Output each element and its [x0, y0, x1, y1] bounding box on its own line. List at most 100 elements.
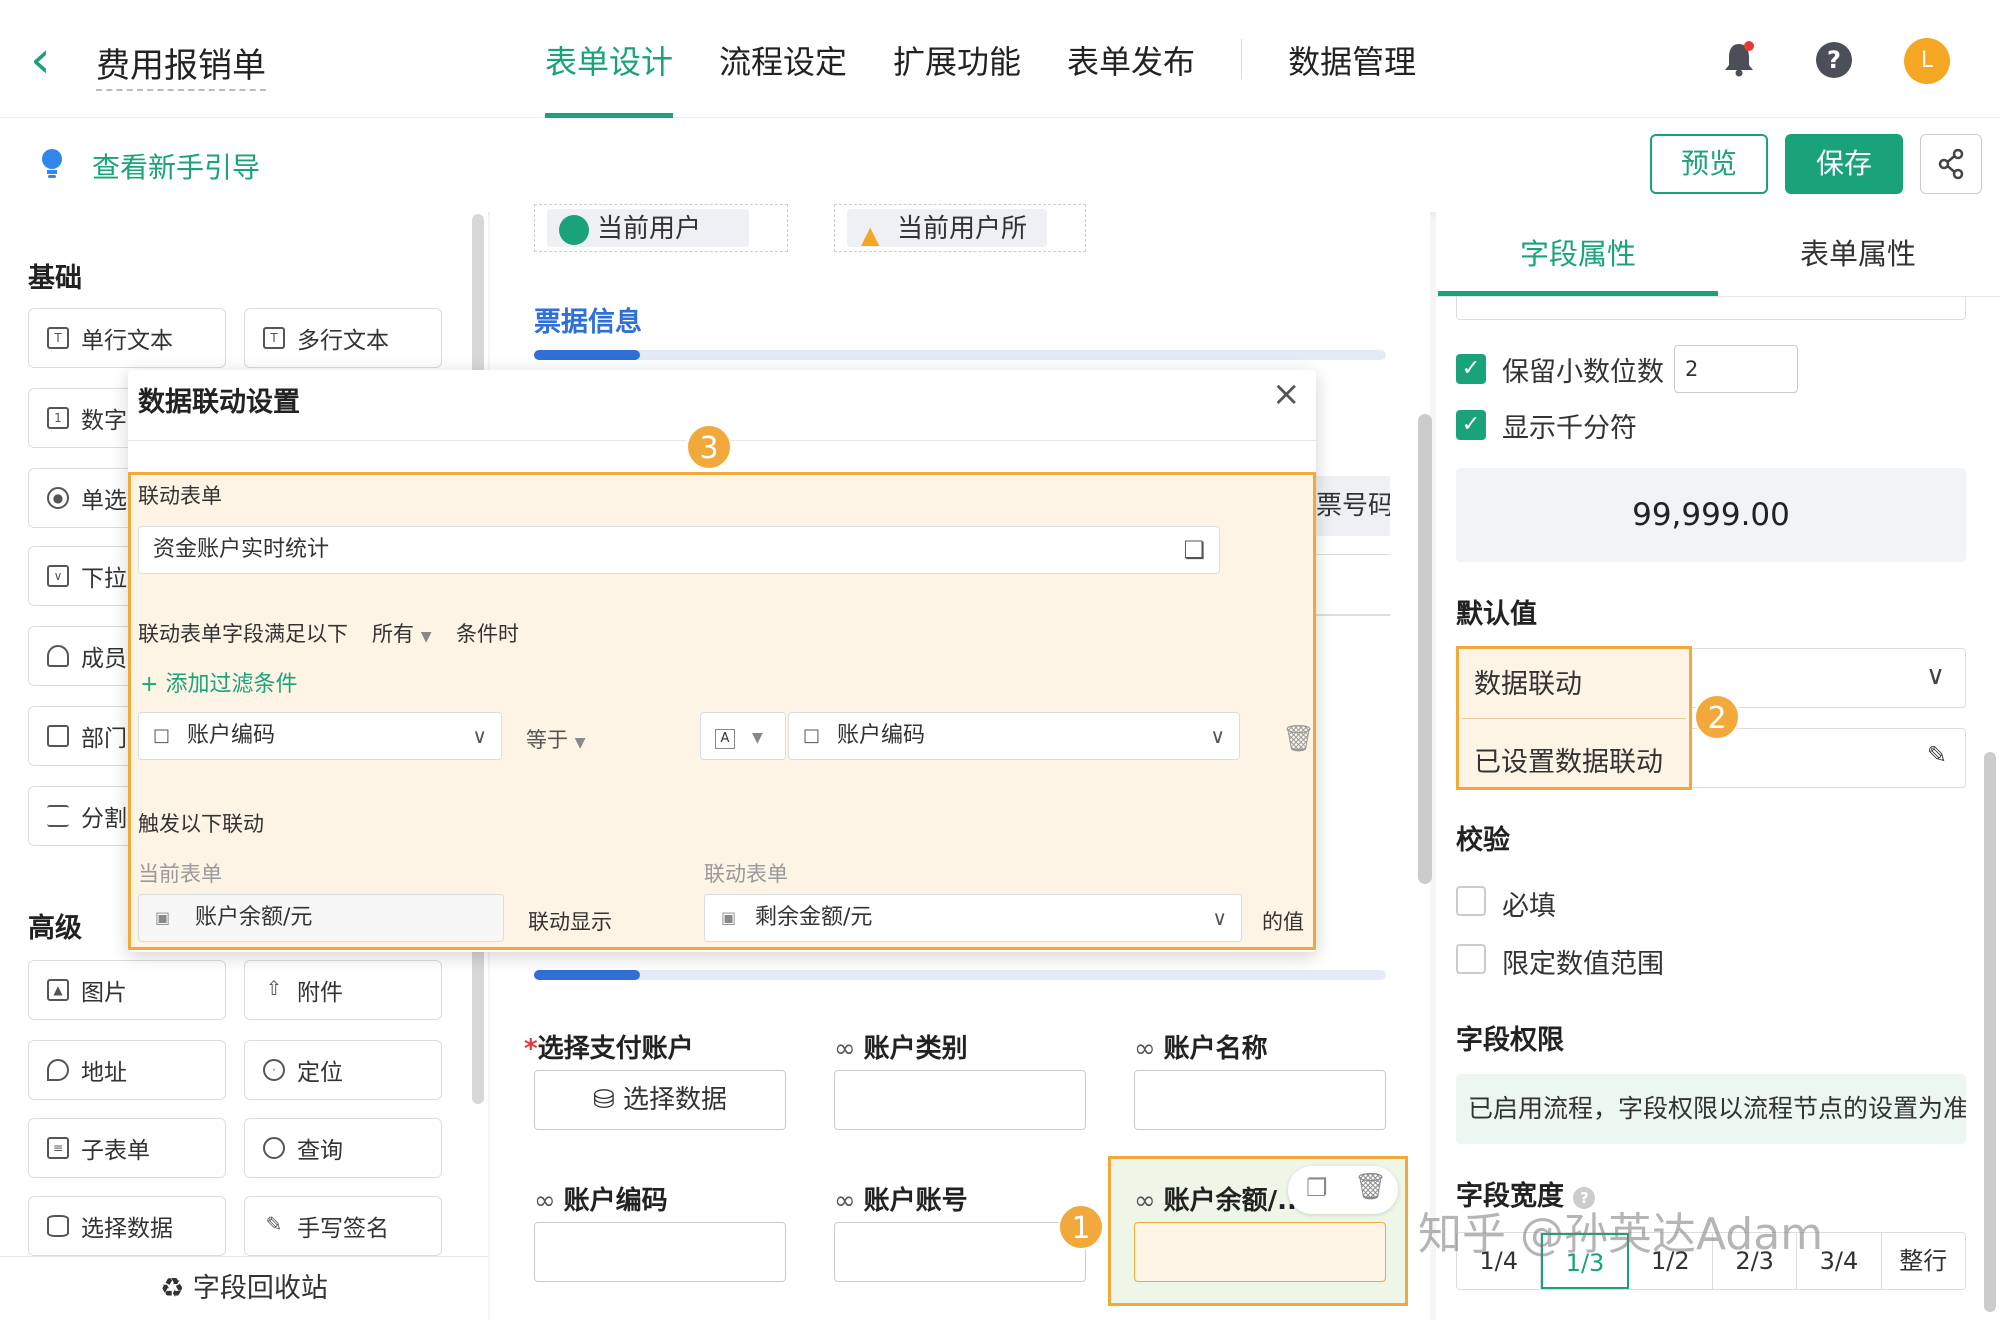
tab-form-properties[interactable]: 表单属性	[1718, 214, 1998, 296]
account-name-label: ∞ 账户名称	[1134, 1034, 1268, 1064]
copy-icon[interactable]: ❐	[1306, 1174, 1328, 1202]
number-format-preview: 99,999.00	[1456, 468, 1966, 562]
component-label: 附件	[297, 980, 343, 1006]
current-user-chip: 当前用户	[547, 209, 749, 247]
decimal-places-input[interactable]: 2	[1674, 345, 1798, 393]
bell-icon[interactable]	[1722, 40, 1756, 78]
required-checkbox[interactable]	[1456, 886, 1486, 916]
component-subform[interactable]: ≡ 子表单	[28, 1118, 226, 1178]
section-divider	[534, 350, 1386, 360]
component-member[interactable]: 成员	[28, 626, 134, 686]
component-radio[interactable]: ● 单选	[28, 468, 134, 528]
thousands-separator-checkbox[interactable]: ✓	[1456, 410, 1486, 440]
field-divider	[1316, 554, 1390, 555]
current-user-label: 当前用户	[597, 214, 702, 244]
tab-flow-settings[interactable]: 流程设定	[719, 0, 847, 118]
filter-value-text: 账户编码	[837, 723, 926, 748]
component-location[interactable]: · 定位	[244, 1040, 442, 1100]
chevron-left-icon[interactable]: ‹	[30, 34, 51, 86]
account-balance-input[interactable]	[1134, 1222, 1386, 1282]
add-filter-button[interactable]: + 添加过滤条件	[140, 666, 297, 698]
value-suffix: 的值	[1262, 910, 1304, 934]
component-attachment[interactable]: ⇧ 附件	[244, 960, 442, 1020]
help-icon[interactable]: ?	[1816, 42, 1852, 78]
chevron-down-icon: ∨	[472, 724, 487, 748]
filter-value-type-select[interactable]: A ▼	[700, 712, 786, 760]
tab-form-publish[interactable]: 表单发布	[1067, 0, 1195, 118]
component-number[interactable]: 1 数字	[28, 388, 134, 448]
filter-field-value: 账户编码	[187, 723, 276, 748]
component-label: 子表单	[81, 1138, 150, 1164]
number-icon: ▣	[155, 908, 171, 927]
component-image[interactable]: ▲ 图片	[28, 960, 226, 1020]
field-divider	[1316, 614, 1390, 616]
current-dept-label: 当前用户所	[897, 214, 1028, 244]
component-dropdown[interactable]: ∨ 下拉	[28, 546, 134, 606]
section-divider-2	[534, 970, 1386, 980]
component-address[interactable]: 地址	[28, 1040, 226, 1100]
account-name-input[interactable]	[1134, 1070, 1386, 1130]
tab-data-management[interactable]: 数据管理	[1288, 0, 1416, 118]
avatar[interactable]: L	[1904, 38, 1950, 84]
locate-icon: ·	[263, 1059, 285, 1081]
caret-down-icon: ▼	[574, 735, 586, 751]
trash-icon[interactable]: 🗑	[1354, 1172, 1387, 1202]
account-type-input[interactable]	[834, 1070, 1086, 1130]
condition-mode-dropdown[interactable]: 所有 ▼	[372, 618, 431, 648]
app-title[interactable]: 费用报销单	[96, 38, 266, 91]
linked-form-select[interactable]: 资金账户实时统计 ❏	[138, 526, 1220, 574]
form-picker-icon[interactable]: ❏	[1183, 527, 1205, 573]
subform-icon: ≡	[47, 1137, 69, 1159]
preview-button[interactable]: 预览	[1650, 134, 1768, 194]
current-form-label: 当前表单	[138, 862, 222, 886]
component-multi-line-text[interactable]: T 多行文本	[244, 308, 442, 368]
divider-icon	[47, 805, 69, 827]
component-label: 多行文本	[297, 328, 389, 354]
tab-extensions[interactable]: 扩展功能	[893, 0, 1021, 118]
select-data-button[interactable]: ⛁ 选择数据	[534, 1070, 786, 1130]
link-icon: ∞	[534, 1186, 556, 1216]
linked-field-select[interactable]: ▣ 剩余金额/元 ∨	[704, 894, 1242, 942]
tab-form-design[interactable]: 表单设计	[545, 0, 674, 118]
limit-range-checkbox[interactable]	[1456, 944, 1486, 974]
filter-value-select[interactable]: □ 账户编码 ∨	[788, 712, 1240, 760]
org-chart-icon: ▲	[861, 221, 880, 249]
component-query[interactable]: 查询	[244, 1118, 442, 1178]
component-label: 单选	[81, 488, 127, 514]
save-button[interactable]: 保存	[1785, 134, 1903, 194]
edit-icon[interactable]: ✎	[1927, 741, 1947, 769]
right-scrollbar[interactable]	[1984, 752, 1996, 1312]
close-icon[interactable]: ×	[1272, 377, 1301, 411]
width-option-full[interactable]: 整行	[1882, 1233, 1965, 1289]
tab-field-properties[interactable]: 字段属性	[1438, 214, 1718, 296]
canvas-scrollbar[interactable]	[1418, 414, 1432, 884]
keep-decimal-checkbox[interactable]: ✓	[1456, 354, 1486, 384]
recycle-icon: ♻	[160, 1273, 185, 1304]
current-dept-chip: ▲ 当前用户所	[847, 209, 1047, 249]
share-button[interactable]	[1920, 134, 1982, 194]
current-dept-field[interactable]: ▲ 当前用户所	[834, 204, 1086, 252]
keep-decimal-label: 保留小数位数	[1502, 357, 1664, 388]
account-code-input[interactable]	[534, 1222, 786, 1282]
delete-filter-icon[interactable]: 🗑	[1282, 724, 1315, 754]
filter-operator-dropdown[interactable]: 等于 ▼	[526, 724, 585, 754]
filter-field-select[interactable]: □ 账户编码 ∨	[138, 712, 502, 760]
component-single-line-text[interactable]: T 单行文本	[28, 308, 226, 368]
linkage-set-label[interactable]: 已设置数据联动	[1474, 740, 1663, 779]
beginner-guide-link[interactable]: 查看新手引导	[92, 146, 260, 186]
component-divider[interactable]: 分割	[28, 786, 134, 846]
value-type-icon: A	[715, 729, 735, 749]
component-department[interactable]: 部门	[28, 706, 134, 766]
component-label: 单行文本	[81, 328, 173, 354]
clipped-input[interactable]	[1456, 296, 1966, 320]
current-user-field[interactable]: 当前用户	[534, 204, 788, 252]
database-icon	[47, 1215, 69, 1237]
component-select-data[interactable]: 选择数据	[28, 1196, 226, 1256]
main-nav: 表单设计 流程设定 扩展功能 表单发布 数据管理	[545, 0, 1416, 118]
component-signature[interactable]: ✎ 手写签名	[244, 1196, 442, 1256]
basic-section-title: 基础	[28, 263, 82, 294]
linked-field-value: 剩余金额/元	[755, 905, 873, 930]
account-balance-label: ∞ 账户余额/...	[1134, 1186, 1307, 1216]
account-number-input[interactable]	[834, 1222, 1086, 1282]
recycle-bin[interactable]: ♻ 字段回收站	[0, 1256, 488, 1320]
